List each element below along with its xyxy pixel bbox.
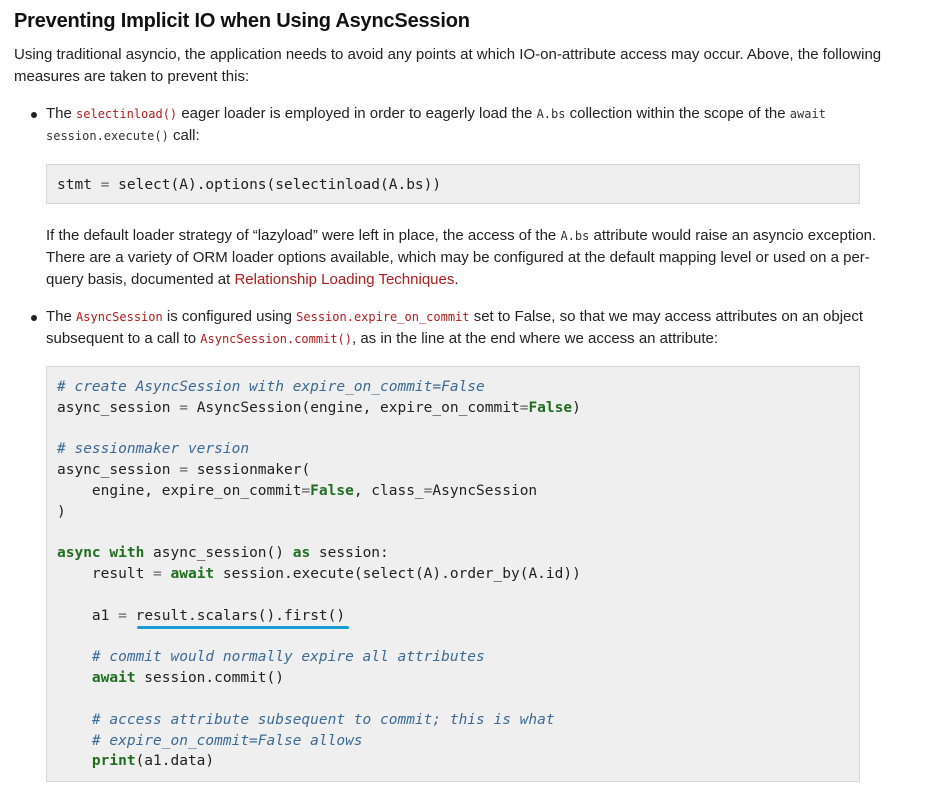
code-blank [57, 585, 849, 606]
highlighted-expression: result.scalars().first() [135, 607, 346, 624]
code-line: async_session = sessionmaker( [57, 462, 311, 479]
bullet-text: The AsyncSession is configured using Ses… [46, 308, 864, 347]
code-comment: # access attribute subsequent to commit;… [57, 711, 555, 728]
code-line: await session.commit() [91, 670, 284, 687]
text: eager loader is employed in order to eag… [177, 105, 537, 122]
code-line: ) [57, 503, 66, 520]
text: call: [168, 127, 200, 144]
bullet-dot-icon [31, 315, 37, 321]
code-line: engine, expire_on_commit=False, class_=A… [57, 482, 538, 499]
code-blank [57, 523, 849, 544]
code-line: result = await session.execute(select(A)… [57, 566, 581, 583]
inline-code-a-bs: A.bs [536, 107, 566, 121]
inline-code-expire-on-commit: Session.expire_on_commit [296, 310, 470, 324]
text: collection within the scope of the [565, 105, 790, 122]
code-line: print(a1.data) [91, 753, 215, 770]
code-blank [57, 419, 849, 440]
highlight-underline [137, 625, 349, 629]
bullet-text: The selectinload() eager loader is emplo… [46, 103, 846, 147]
code-line: a1 = result.scalars().first() [57, 606, 849, 629]
code-comment: # commit would normally expire all attri… [57, 649, 485, 666]
inline-code-commit: AsyncSession.commit() [200, 332, 352, 346]
code-comment: # sessionmaker version [57, 441, 250, 458]
text: The [46, 105, 77, 122]
code-block-async-session: # create AsyncSession with expire_on_com… [46, 366, 860, 782]
bullet-dot-icon [31, 112, 37, 118]
code-blank [57, 627, 849, 648]
paragraph-text: If the default loader strategy of “lazyl… [46, 227, 877, 288]
code-block-select: stmt = select(A).options(selectinload(A.… [46, 164, 860, 204]
code-line: stmt = select(A).options(selectinload(A.… [57, 177, 442, 193]
inline-code-selectinload: selectinload() [76, 107, 178, 121]
inline-code-asyncsession: AsyncSession [76, 310, 163, 324]
code-comment: # expire_on_commit=False allows [57, 732, 363, 749]
relationship-loading-link[interactable]: Relationship Loading Techniques [234, 271, 454, 288]
section-title: Preventing Implicit IO when Using AsyncS… [14, 10, 470, 32]
inline-code-a-bs: A.bs [560, 229, 590, 243]
code-line: async_session = AsyncSession(engine, exp… [57, 399, 581, 416]
intro-paragraph: Using traditional asyncio, the applicati… [14, 46, 882, 85]
code-blank [57, 689, 849, 710]
code-line: async with async_session() as session: [57, 545, 389, 562]
code-comment: # create AsyncSession with expire_on_com… [57, 379, 485, 395]
